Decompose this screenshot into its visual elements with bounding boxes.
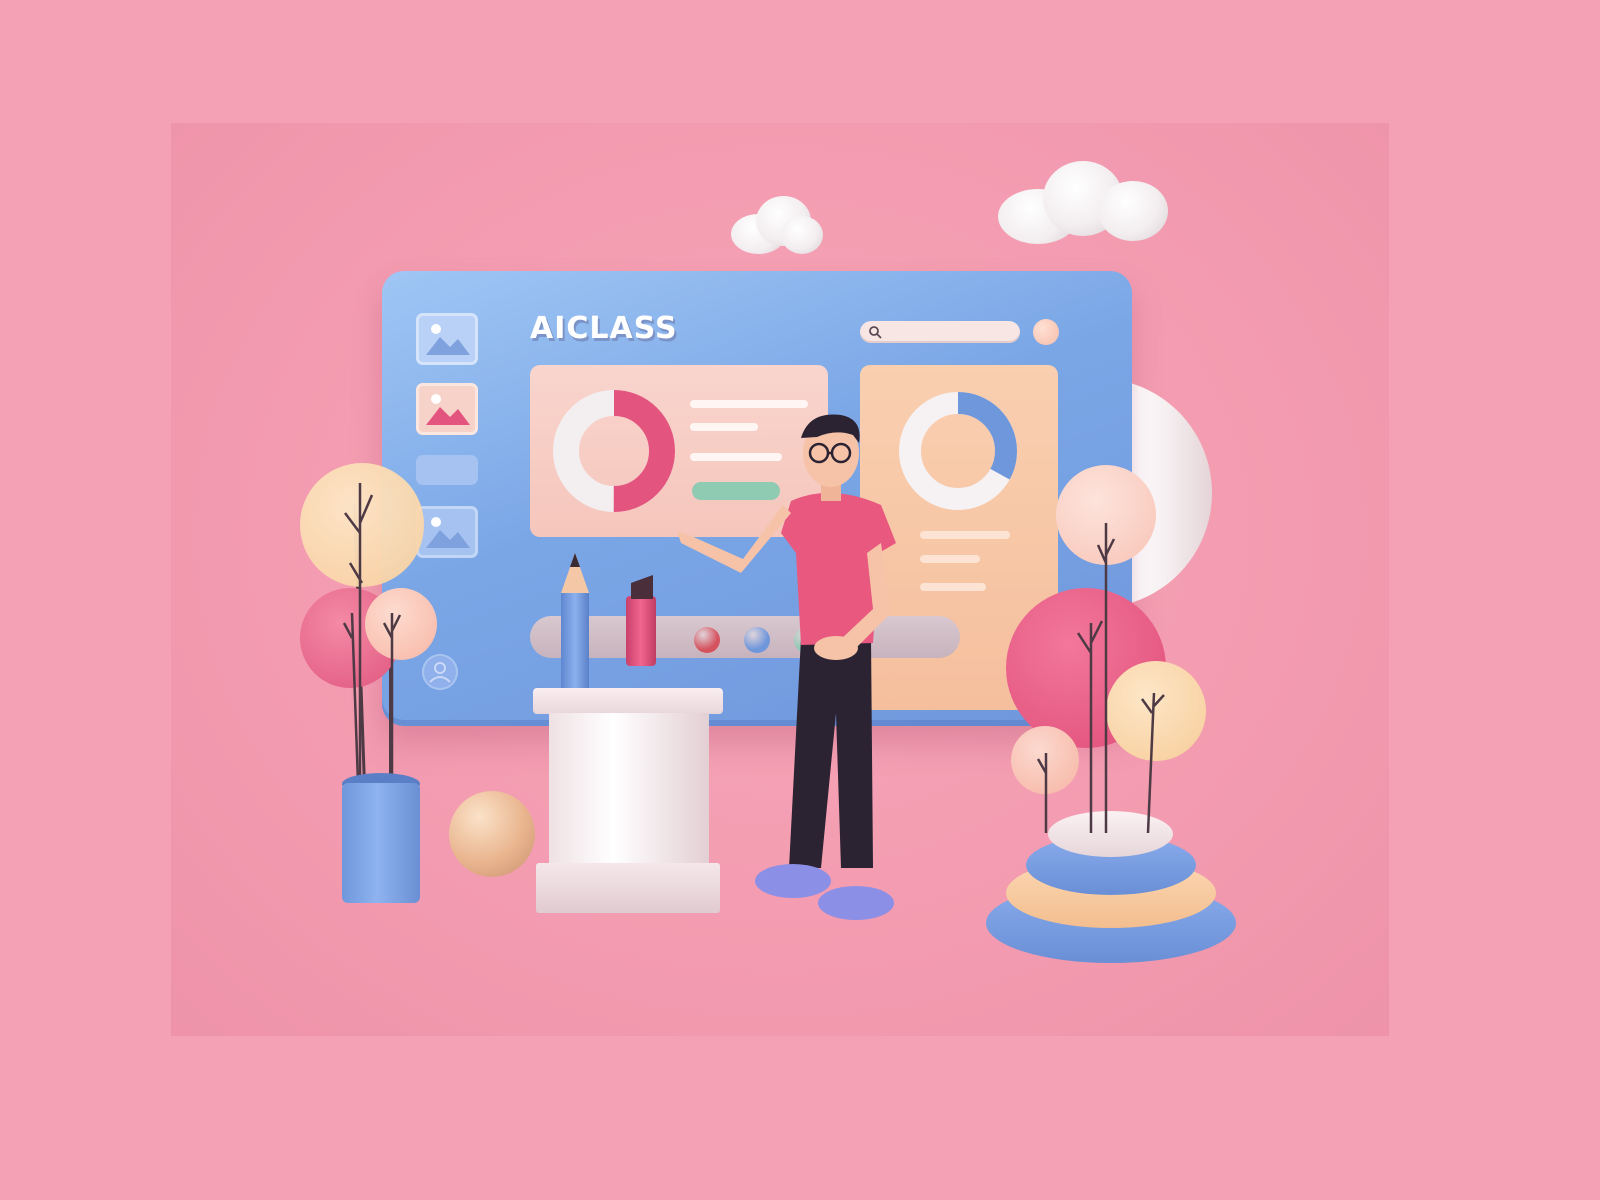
tree-branches-right [1036,523,1165,834]
profile-avatar[interactable] [1033,319,1059,345]
tree-branches [342,483,402,784]
app-brand-title: AICLASS [530,311,678,346]
text-line [690,400,808,408]
search-icon [869,326,882,339]
search-input[interactable] [860,321,1020,343]
pencil [561,591,589,701]
illustration-stage: AICLASS [171,123,1389,1036]
cloud-large [998,161,1168,251]
sidebar-image-tile[interactable] [416,383,478,435]
presenter-character [677,414,896,920]
cloud-small [731,196,826,256]
plant-pot [342,783,420,903]
sidebar-image-tile[interactable] [416,313,478,365]
image-icon [426,394,470,425]
pencil-tip [561,553,589,593]
decorative-ball [449,791,535,877]
image-icon [426,324,470,355]
